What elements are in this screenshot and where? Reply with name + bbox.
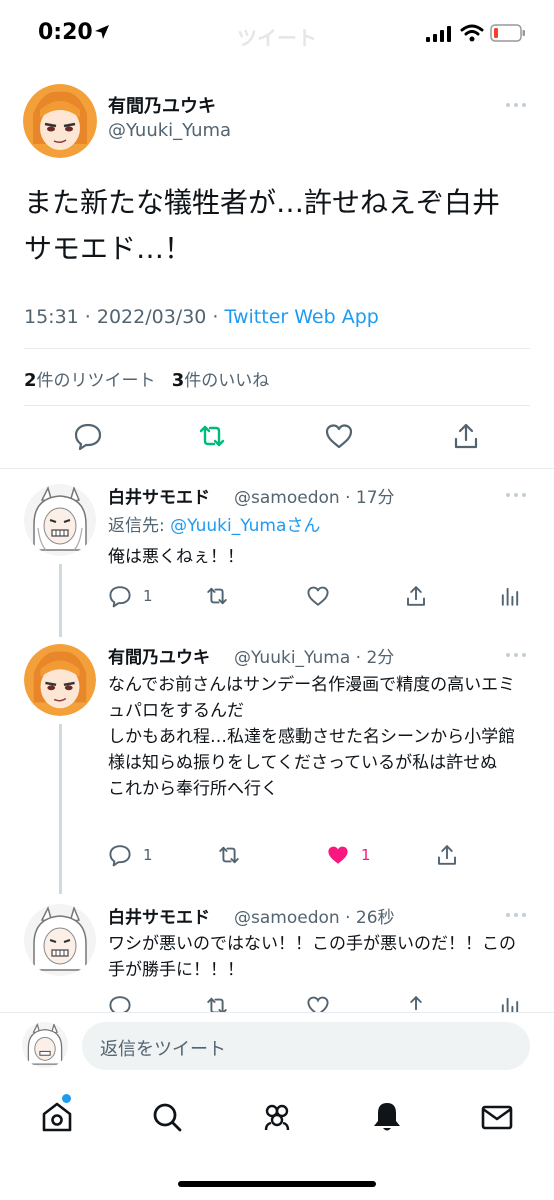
thread-line [59,564,62,637]
search-icon[interactable] [150,1100,184,1134]
like-count[interactable]: 3 [172,370,185,391]
reply-text: ワシが悪いのではない！！この手が悪いのだ！！この手が勝手に！！！ [108,934,516,980]
share-icon[interactable] [435,843,459,867]
main-tweet-source-link[interactable]: Twitter Web App [225,306,379,328]
retweet-count[interactable]: 2 [24,370,37,391]
status-bar: 0:20 ツイート [0,0,554,70]
share-icon[interactable] [404,584,428,608]
more-options-icon[interactable] [506,651,530,659]
reply-author-name[interactable]: 白井サモエド [108,483,210,508]
reply-icon[interactable] [108,584,132,608]
main-author-name[interactable]: 有間乃ユウキ [108,92,216,118]
reply-icon[interactable] [73,421,103,451]
communities-icon[interactable] [260,1100,294,1134]
reply-author-name[interactable]: 有間乃ユウキ [108,643,210,668]
like-icon[interactable] [324,421,354,451]
reply-text: なんでお前さんはサンデー名作漫画で精度の高いエミュパロをするんだ しかもあれ程…… [108,675,516,799]
reply-author-avatar[interactable] [24,904,96,976]
retweet-icon[interactable] [217,843,241,867]
like-label[interactable]: 件のいいね [184,371,269,391]
main-tweet-timestamp: 15:31 · 2022/03/30 · [24,306,225,328]
battery-icon [490,24,525,42]
reply-author-handle[interactable]: @samoedon · 26秒 [234,903,395,928]
main-author-avatar[interactable] [23,84,97,158]
wifi-icon [460,24,484,42]
home-icon[interactable] [40,1100,74,1134]
reply-author-avatar[interactable] [24,484,96,556]
reply-text: 俺は悪くねぇ！！ [108,547,244,567]
more-options-icon[interactable] [506,491,530,499]
divider [24,405,530,406]
reply-count: 1 [143,846,153,864]
clipped-action-row [0,990,554,1012]
home-indicator [178,1181,376,1187]
reply-icon[interactable] [108,994,132,1012]
retweet-label[interactable]: 件のリツイート [37,371,156,391]
reply-icon[interactable] [108,843,132,867]
divider [24,348,530,349]
main-author-handle[interactable]: @Yuuki_Yuma [108,120,231,141]
reply-to-suffix: さん [286,516,321,536]
reply-author-handle[interactable]: @Yuuki_Yuma · 2分 [234,643,394,668]
share-icon[interactable] [451,421,481,451]
retweet-icon[interactable] [205,994,229,1012]
retweet-icon[interactable] [205,584,229,608]
main-tweet-text: また新たな犠牲者が…許せねえぞ白井サモエド…！ [24,186,501,265]
reply-composer-input[interactable]: 返信をツイート [82,1022,530,1070]
notifications-bell-icon[interactable] [370,1100,404,1134]
analytics-icon[interactable] [498,584,522,608]
reply-to-line: 返信先: @Yuuki_Yumaさん [108,511,320,536]
analytics-icon[interactable] [498,994,522,1012]
reply-author-handle[interactable]: @samoedon · 17分 [234,483,395,508]
current-user-avatar [22,1022,68,1068]
messages-envelope-icon[interactable] [480,1100,514,1134]
like-icon[interactable] [306,994,330,1012]
like-count: 1 [361,846,371,864]
divider [0,468,554,469]
liked-heart-icon[interactable] [326,843,350,867]
retweet-icon[interactable] [197,421,227,451]
more-options-icon[interactable] [506,101,530,109]
reply-to-prefix: 返信先: [108,516,171,536]
engagement-stats: 2件のリツイート 3件のいいね [24,366,269,391]
divider [0,1012,554,1013]
more-options-icon[interactable] [506,911,530,919]
like-icon[interactable] [306,584,330,608]
thread-line [59,724,62,894]
reply-author-avatar[interactable] [24,644,96,716]
unread-dot [62,1094,71,1103]
reply-author-name[interactable]: 白井サモエド [108,903,210,928]
reply-count: 1 [143,587,153,605]
main-tweet-meta: 15:31 · 2022/03/30 · Twitter Web App [24,306,379,328]
reply-to-mention[interactable]: @Yuuki_Yuma [170,516,286,536]
cellular-signal-icon [426,26,451,42]
share-icon[interactable] [404,994,428,1012]
